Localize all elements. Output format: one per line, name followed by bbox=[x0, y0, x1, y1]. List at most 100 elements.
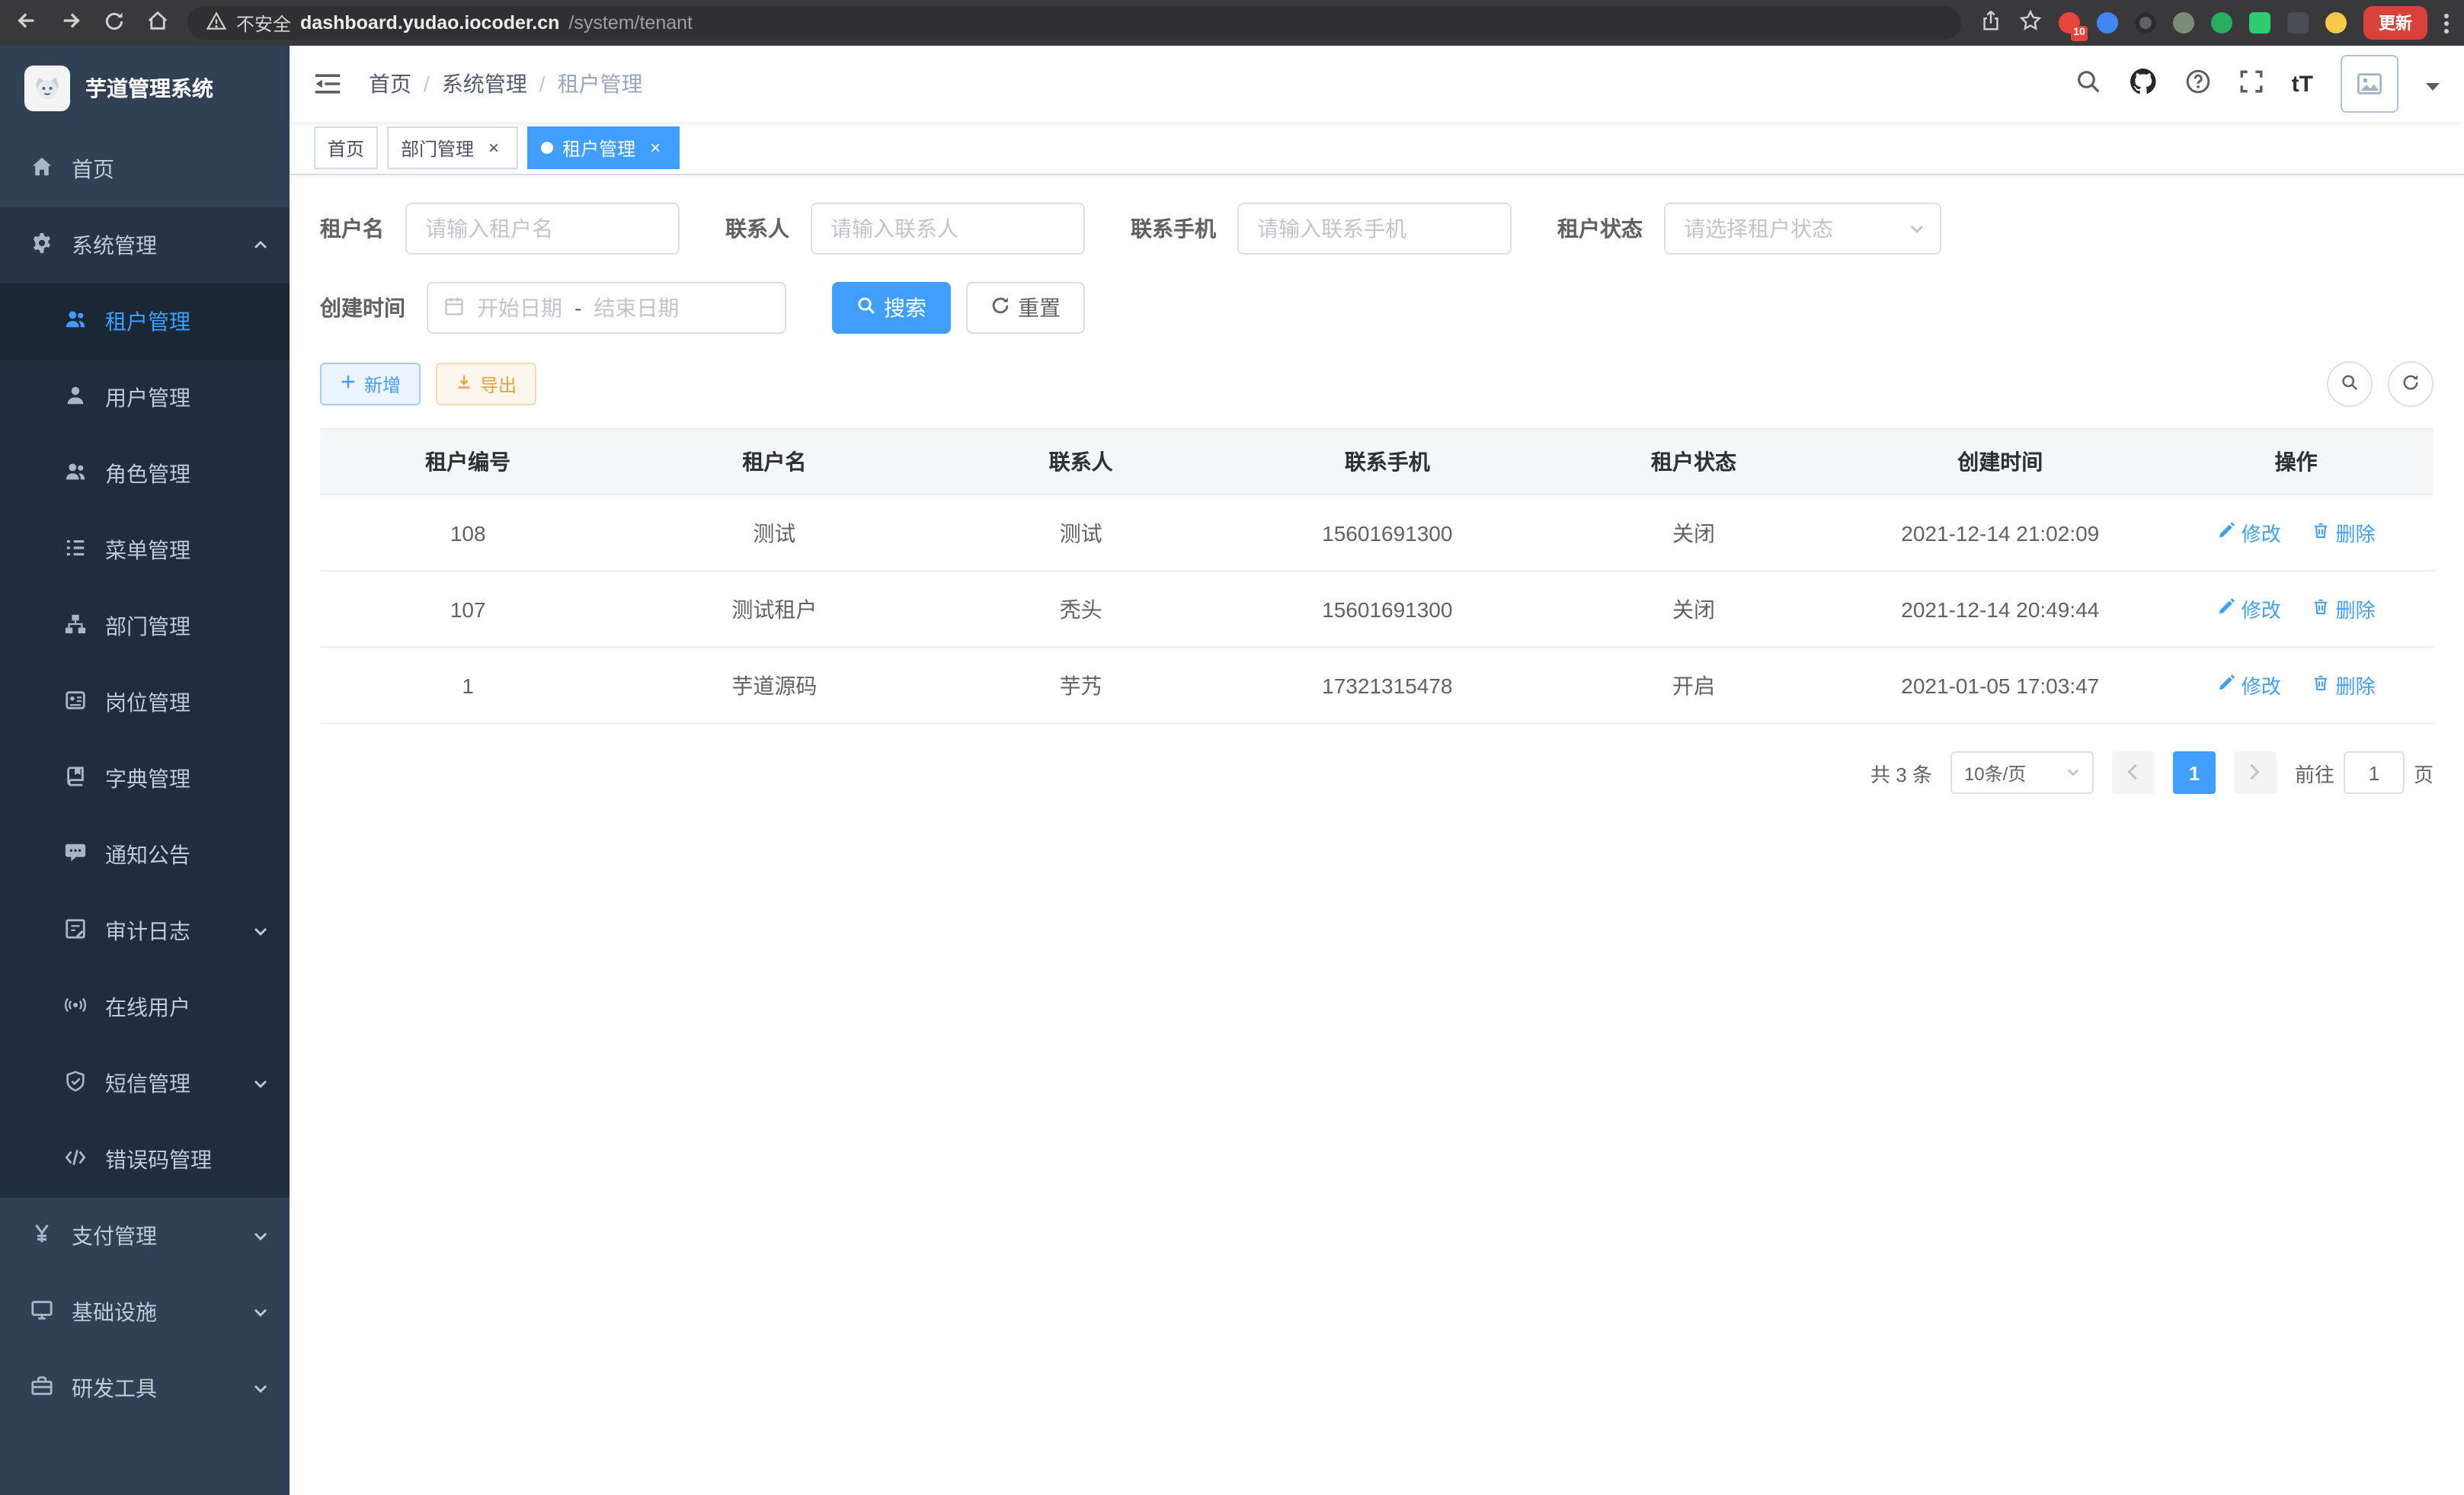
search-button[interactable]: 搜索 bbox=[832, 282, 951, 334]
edit-link[interactable]: 修改 bbox=[2217, 518, 2281, 547]
cell-status: 开启 bbox=[1546, 647, 1842, 723]
prev-page-button[interactable] bbox=[2112, 751, 2155, 794]
edit-link[interactable]: 修改 bbox=[2217, 671, 2281, 699]
fullscreen-icon[interactable] bbox=[2238, 69, 2264, 99]
cell-actions: 修改 删除 bbox=[2158, 571, 2434, 647]
tag-dept[interactable]: 部门管理 × bbox=[387, 126, 518, 169]
font-size-icon[interactable]: tT bbox=[2292, 71, 2313, 97]
delete-link[interactable]: 删除 bbox=[2312, 671, 2376, 699]
sidebar-item-sms[interactable]: 短信管理 bbox=[0, 1045, 290, 1122]
column-header[interactable]: 创建时间 bbox=[1842, 429, 2158, 495]
delete-link[interactable]: 删除 bbox=[2312, 594, 2376, 623]
add-button[interactable]: 新增 bbox=[320, 363, 421, 405]
sidebar-item-role[interactable]: 角色管理 bbox=[0, 436, 290, 512]
notice-icon bbox=[64, 841, 87, 869]
hamburger-icon[interactable] bbox=[314, 72, 341, 96]
sidebar-item-pay[interactable]: 支付管理 bbox=[0, 1198, 290, 1274]
help-icon[interactable] bbox=[2185, 69, 2211, 99]
star-icon[interactable] bbox=[2019, 9, 2042, 37]
extension-icon-1[interactable]: 10 bbox=[2059, 12, 2080, 34]
github-icon[interactable] bbox=[2129, 67, 2158, 101]
column-header[interactable]: 租户状态 bbox=[1546, 429, 1842, 495]
tag-label: 首页 bbox=[328, 135, 364, 161]
extension-icon-4[interactable] bbox=[2173, 12, 2194, 34]
toggle-search-button[interactable] bbox=[2327, 361, 2373, 407]
sidebar-item-dept[interactable]: 部门管理 bbox=[0, 588, 290, 664]
table-row[interactable]: 108 测试 测试 15601691300 关闭 2021-12-14 21:0… bbox=[320, 495, 2434, 571]
sidebar-item-infra[interactable]: 基础设施 bbox=[0, 1274, 290, 1350]
home-icon[interactable] bbox=[146, 9, 169, 37]
tenant-name-input[interactable] bbox=[405, 203, 680, 255]
breadcrumb-system[interactable]: 系统管理 bbox=[442, 69, 527, 99]
share-icon[interactable] bbox=[1979, 9, 2002, 37]
export-button[interactable]: 导出 bbox=[436, 363, 536, 405]
sidebar-item-label: 短信管理 bbox=[105, 1068, 190, 1099]
cell-tenant-name: 测试租户 bbox=[616, 571, 933, 647]
browser-update-button[interactable]: 更新 bbox=[2363, 6, 2427, 40]
sidebar-item-user[interactable]: 用户管理 bbox=[0, 360, 290, 436]
sidebar-item-system[interactable]: 系统管理 bbox=[0, 207, 290, 283]
close-icon[interactable]: × bbox=[645, 137, 666, 158]
forward-icon[interactable] bbox=[59, 9, 82, 37]
url-path[interactable]: /system/tenant bbox=[568, 12, 693, 34]
extension-icon-2[interactable] bbox=[2097, 12, 2118, 34]
chevron-down-icon bbox=[253, 1376, 268, 1401]
sidebar-item-devtool[interactable]: 研发工具 bbox=[0, 1350, 290, 1426]
column-header[interactable]: 租户名 bbox=[616, 429, 933, 495]
sidebar-item-home[interactable]: 首页 bbox=[0, 131, 290, 207]
page-content: 租户名 联系人 联系手机 租户状态 请选择租户状态 bbox=[290, 175, 2464, 1495]
goto-page-input[interactable] bbox=[2344, 751, 2405, 794]
column-header[interactable]: 联系手机 bbox=[1229, 429, 1546, 495]
delete-link[interactable]: 删除 bbox=[2312, 518, 2376, 547]
avatar[interactable] bbox=[2341, 55, 2398, 113]
emoji-extension-icon[interactable] bbox=[2325, 12, 2347, 34]
tag-tenant-active[interactable]: 租户管理 × bbox=[527, 126, 680, 169]
mobile-input[interactable] bbox=[1237, 203, 1512, 255]
sidebar-item-error-code[interactable]: 错误码管理 bbox=[0, 1122, 290, 1198]
tag-home[interactable]: 首页 bbox=[314, 126, 378, 169]
pagination-total: 共 3 条 bbox=[1870, 758, 1932, 787]
sidebar-item-audit-log[interactable]: 审计日志 bbox=[0, 893, 290, 969]
sidebar-item-online-user[interactable]: 在线用户 bbox=[0, 969, 290, 1045]
date-range-picker[interactable]: 开始日期 - 结束日期 bbox=[427, 282, 786, 334]
caret-down-icon[interactable] bbox=[2426, 72, 2440, 96]
search-icon[interactable] bbox=[2075, 69, 2101, 99]
extension-icon-5[interactable] bbox=[2211, 12, 2232, 34]
sidebar-item-post[interactable]: 岗位管理 bbox=[0, 664, 290, 741]
extension-icon-3[interactable] bbox=[2135, 12, 2156, 34]
next-page-button[interactable] bbox=[2234, 751, 2277, 794]
reload-icon[interactable] bbox=[104, 10, 125, 36]
column-header[interactable]: 联系人 bbox=[933, 429, 1228, 495]
edit-link[interactable]: 修改 bbox=[2217, 594, 2281, 623]
status-select[interactable]: 请选择租户状态 bbox=[1664, 203, 1941, 255]
sidebar-item-tenant[interactable]: 租户管理 bbox=[0, 283, 290, 360]
breadcrumb-home[interactable]: 首页 bbox=[369, 69, 411, 99]
sidebar-item-notice[interactable]: 通知公告 bbox=[0, 817, 290, 893]
page-size-select[interactable]: 10条/页 bbox=[1950, 751, 2094, 794]
extension-icon-6[interactable] bbox=[2249, 12, 2270, 34]
security-label[interactable]: 不安全 bbox=[236, 10, 291, 36]
sidebar-item-dict[interactable]: 字典管理 bbox=[0, 741, 290, 817]
reset-button[interactable]: 重置 bbox=[966, 282, 1085, 334]
address-bar[interactable]: 不安全 dashboard.yudao.iocoder.cn /system/t… bbox=[187, 6, 1961, 40]
sidebar-item-menu[interactable]: 菜单管理 bbox=[0, 512, 290, 588]
back-icon[interactable] bbox=[15, 9, 38, 37]
sidebar: 芋道管理系统 首页 系统管理 租户管理 bbox=[0, 46, 290, 1495]
url-host[interactable]: dashboard.yudao.iocoder.cn bbox=[300, 12, 559, 34]
table-row[interactable]: 107 测试租户 秃头 15601691300 关闭 2021-12-14 20… bbox=[320, 571, 2434, 647]
table-row[interactable]: 1 芋道源码 芋艿 17321315478 开启 2021-01-05 17:0… bbox=[320, 647, 2434, 723]
table-header-row: 租户编号 租户名 联系人 联系手机 租户状态 创建时间 操作 bbox=[320, 429, 2434, 495]
chevron-down-icon bbox=[2066, 762, 2080, 783]
download-icon bbox=[456, 373, 472, 395]
app-logo[interactable]: 芋道管理系统 bbox=[0, 46, 290, 131]
close-icon[interactable]: × bbox=[483, 137, 504, 158]
contact-input[interactable] bbox=[811, 203, 1085, 255]
column-header[interactable]: 租户编号 bbox=[320, 429, 616, 495]
kebab-menu-icon[interactable] bbox=[2444, 13, 2449, 33]
page-number-button[interactable]: 1 bbox=[2173, 751, 2216, 794]
puzzle-extension-icon[interactable] bbox=[2287, 12, 2309, 34]
refresh-button[interactable] bbox=[2388, 361, 2434, 407]
tag-label: 部门管理 bbox=[401, 135, 474, 161]
chevron-up-icon bbox=[253, 233, 268, 258]
calendar-icon bbox=[443, 295, 465, 321]
